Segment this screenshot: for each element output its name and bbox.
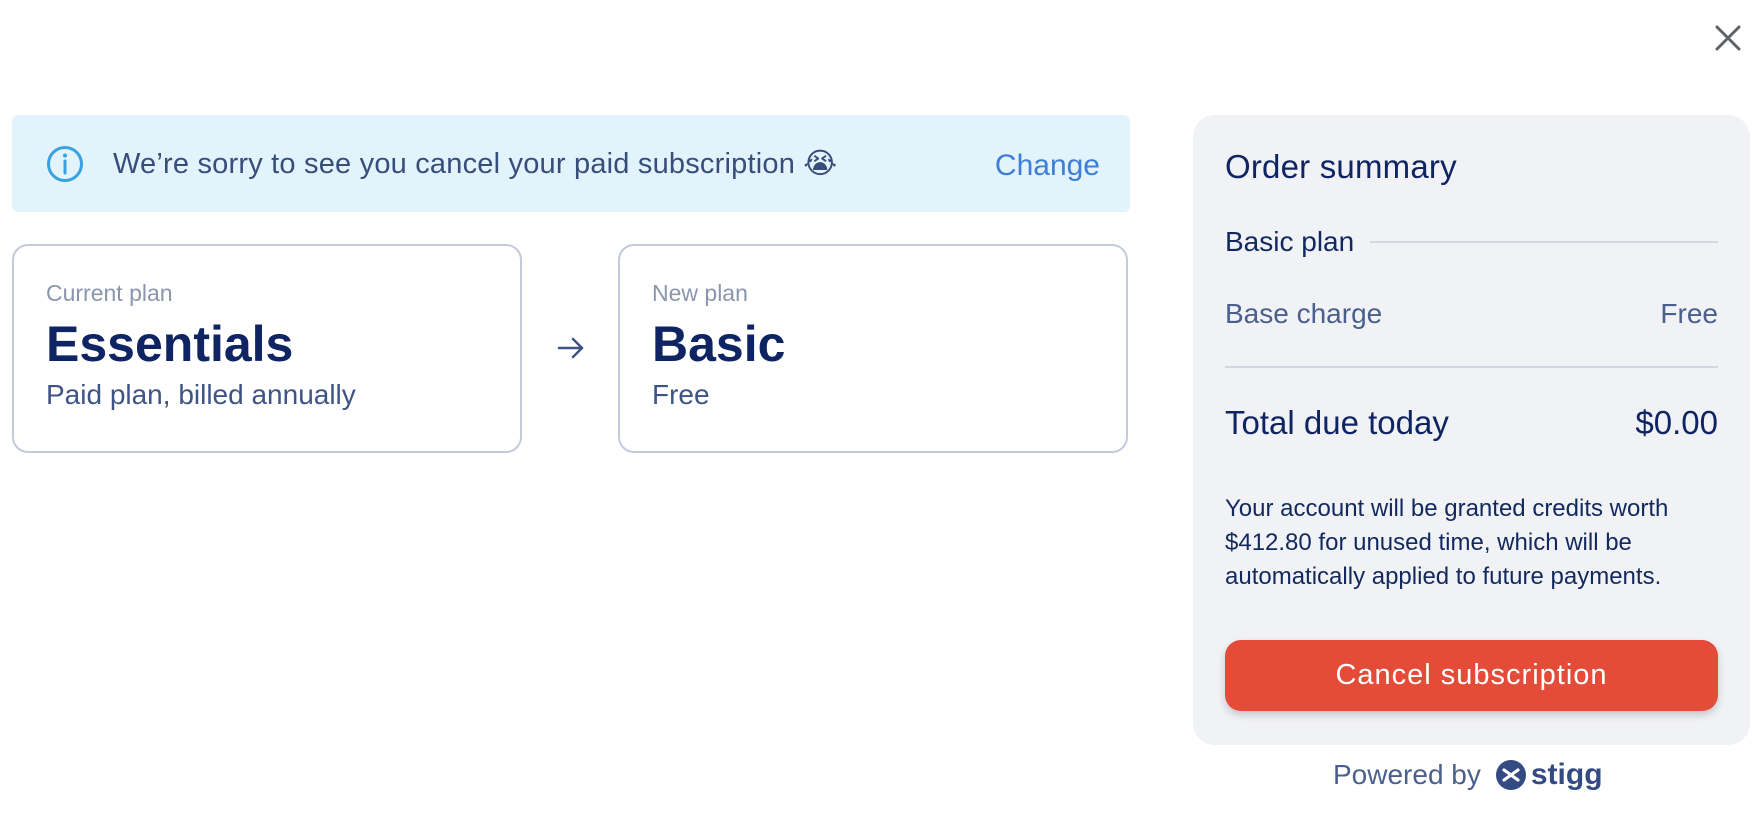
credits-note: Your account will be granted credits wor… — [1225, 495, 1669, 590]
current-plan-card: Current plan Essentials Paid plan, bille… — [12, 244, 522, 453]
plan-row-divider — [1370, 241, 1718, 243]
new-plan-card: New plan Basic Free — [618, 244, 1128, 453]
new-plan-description: Free — [652, 379, 710, 410]
close-button[interactable] — [1710, 20, 1746, 56]
summary-divider — [1225, 366, 1718, 368]
banner-message: We’re sorry to see you cancel your paid … — [113, 148, 838, 180]
base-charge-label: Base charge — [1225, 298, 1383, 329]
total-value: $0.00 — [1635, 404, 1718, 441]
current-plan-description: Paid plan, billed annually — [46, 379, 356, 410]
change-plan-link[interactable]: Change — [995, 149, 1100, 183]
base-charge-row: Base charge Free — [1225, 298, 1718, 330]
brand-logo[interactable]: stigg — [1495, 758, 1603, 792]
stigg-logo-icon — [1495, 760, 1526, 790]
new-plan-name: Basic — [652, 316, 786, 372]
total-row: Total due today $0.00 — [1225, 404, 1718, 442]
current-plan-label: Current plan — [46, 280, 173, 306]
total-label: Total due today — [1225, 404, 1449, 441]
cancellation-banner: We’re sorry to see you cancel your paid … — [12, 115, 1130, 212]
summary-plan-row: Basic plan — [1225, 226, 1718, 258]
brand-name: stigg — [1530, 758, 1603, 791]
powered-by-footer: Powered by stigg — [1333, 758, 1603, 792]
order-summary-panel: Order summary Basic plan Base charge Fre… — [1193, 115, 1750, 745]
summary-plan-name: Basic plan — [1225, 226, 1355, 257]
order-summary-title: Order summary — [1225, 148, 1457, 185]
current-plan-name: Essentials — [46, 316, 294, 372]
powered-by-text: Powered by — [1333, 759, 1481, 790]
close-icon — [1715, 25, 1741, 51]
info-circle-icon — [47, 145, 83, 182]
new-plan-label: New plan — [652, 280, 748, 306]
arrow-right-icon — [557, 337, 584, 359]
base-charge-value: Free — [1660, 298, 1718, 329]
cancel-subscription-button[interactable]: Cancel subscription — [1225, 640, 1718, 711]
